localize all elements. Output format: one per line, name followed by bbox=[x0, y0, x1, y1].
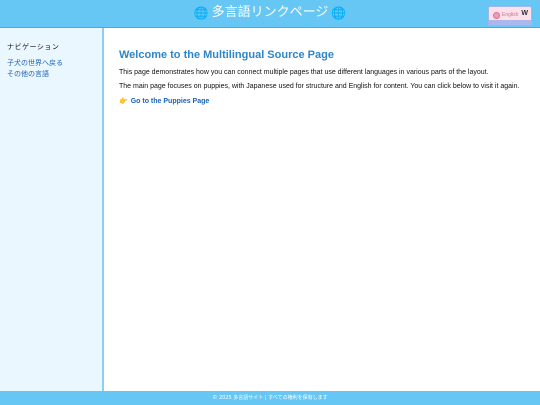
site-footer: © 2025 多言語サイト | すべての権利を保有します bbox=[0, 391, 540, 405]
detail-paragraph: The main page focuses on puppies, with J… bbox=[119, 83, 520, 90]
globe-icon: 🌐 bbox=[193, 6, 209, 20]
sidebar-heading: ナビゲーション bbox=[7, 43, 60, 51]
site-title: 多言語リンクページ bbox=[211, 5, 329, 20]
puppies-page-link[interactable]: Go to the Puppies Page bbox=[131, 98, 210, 105]
sidebar: ナビゲーション 子犬の世界へ戻る その他の言語 bbox=[0, 28, 104, 391]
sidebar-link-puppy-world[interactable]: 子犬の世界へ戻る bbox=[7, 58, 63, 68]
header-title-row: 🌐 多言語リンクページ 🌐 bbox=[0, 4, 540, 22]
language-switch-button[interactable]: English W bbox=[488, 6, 532, 26]
sidebar-link-other-languages[interactable]: その他の言語 bbox=[7, 69, 49, 79]
site-header: 🌐 多言語リンクページ 🌐 English W bbox=[0, 0, 540, 28]
main-content: Welcome to the Multilingual Source Page … bbox=[104, 28, 540, 391]
pointing-hand-icon: 👉 bbox=[119, 98, 128, 105]
wiki-logo: W bbox=[521, 10, 528, 17]
flag-icon bbox=[493, 12, 500, 19]
language-button-bar bbox=[489, 20, 531, 25]
puppies-link-row: 👉 Go to the Puppies Page bbox=[119, 97, 209, 105]
language-label: English bbox=[502, 12, 519, 18]
globe-icon: 🌐 bbox=[331, 6, 347, 20]
intro-paragraph: This page demonstrates how you can conne… bbox=[119, 69, 489, 76]
page-title: Welcome to the Multilingual Source Page bbox=[119, 49, 334, 61]
